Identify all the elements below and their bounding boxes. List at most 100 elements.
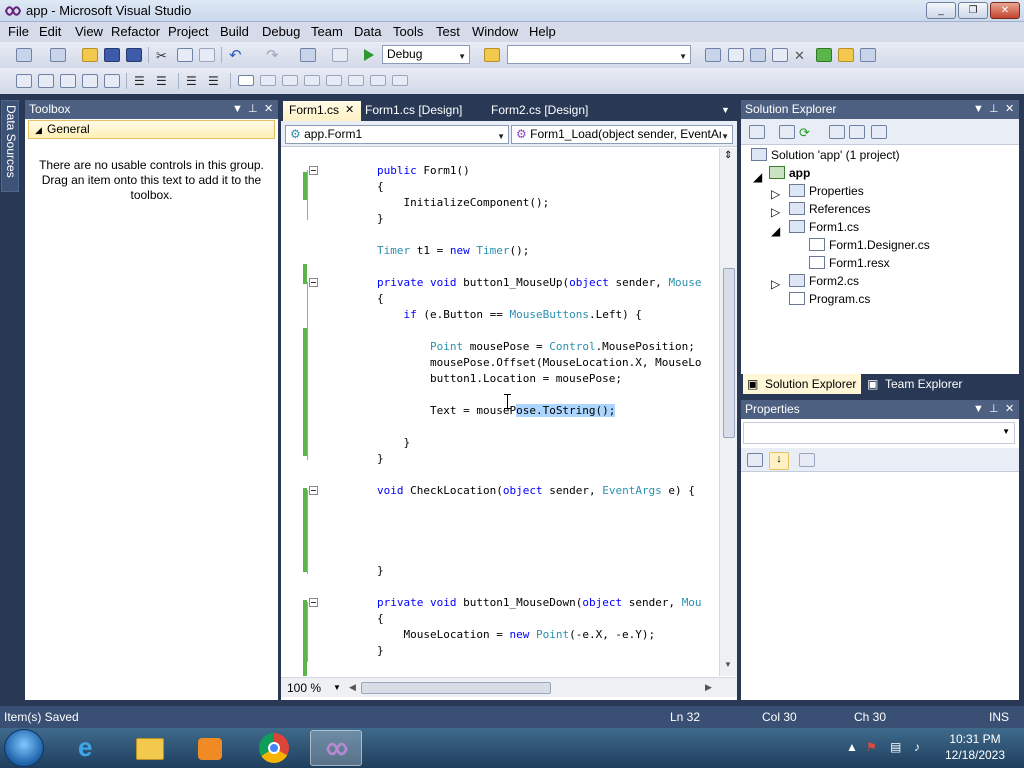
taskbar-chrome[interactable] [248,730,300,766]
navigate-forward-icon[interactable] [332,48,348,62]
collapse-arrow-icon[interactable]: ◢ [771,224,780,238]
tab-form1-cs[interactable]: Form1.cs ✕ [283,101,361,121]
uncomment-lines-icon[interactable]: ☰ [208,74,224,88]
tree-item-references[interactable]: References [789,202,870,216]
find-in-files-icon[interactable] [484,48,500,62]
tree-item-form1-cs[interactable]: Form1.cs [789,220,859,234]
close-panel-icon[interactable]: ✕ [1005,400,1014,419]
solution-explorer-icon[interactable] [705,48,721,62]
type-dropdown[interactable]: ⚙ app.Form1 ▼ [285,125,509,144]
system-clock[interactable]: 10:31 PM 12/18/2023 [940,731,1010,763]
tree-item-program-cs[interactable]: Program.cs [789,292,870,306]
navigate-backward-icon[interactable] [300,48,316,62]
scroll-right-icon[interactable]: ▶ [705,682,712,693]
next-bookmark-in-folder-icon[interactable] [326,75,342,86]
start-button[interactable] [4,729,44,767]
scroll-down-icon[interactable]: ▼ [724,660,732,669]
data-sources-tab[interactable]: Data Sources [1,100,19,192]
next-bookmark-in-document-icon[interactable] [370,75,386,86]
next-bookmark-icon[interactable] [282,75,298,86]
tree-item-form1-resx[interactable]: Form1.resx [809,256,890,270]
zoom-level[interactable]: 100 % [287,681,321,695]
network-icon[interactable]: ▤ [890,740,906,756]
tree-item-form2-cs[interactable]: Form2.cs [789,274,859,288]
vertical-scrollbar[interactable]: ⇕ ▼ [719,148,737,676]
comment-lines-icon[interactable]: ☰ [186,74,202,88]
toggle-bookmark-icon[interactable] [238,75,254,86]
paste-icon[interactable] [199,48,215,62]
menu-window[interactable]: Window [472,24,518,39]
minimize-button[interactable]: _ [926,2,956,19]
menu-team[interactable]: Team [311,24,343,39]
close-button[interactable]: ✕ [990,2,1020,19]
auto-hide-pin-icon[interactable]: ⊥ [248,100,258,119]
expand-arrow-icon[interactable]: ▷ [771,205,780,219]
window-position-icon[interactable]: ▼ [973,400,984,419]
display-parameter-info-icon[interactable] [38,74,54,88]
zoom-dropdown-icon[interactable]: ▼ [333,683,341,692]
taskbar-visual-studio[interactable] [310,730,362,766]
collapse-arrow-icon[interactable]: ◢ [753,170,762,184]
tab-team-explorer[interactable]: ▣ Team Explorer [863,374,983,394]
tree-item-project-app[interactable]: app [769,166,810,180]
copy-icon[interactable] [177,48,193,62]
save-all-icon[interactable] [126,48,142,62]
open-file-icon[interactable] [82,48,98,62]
previous-bookmark-in-document-icon[interactable] [348,75,364,86]
find-combo[interactable]: ▼ [507,45,691,64]
alphabetical-icon[interactable]: ↓ [769,452,789,470]
refresh-icon[interactable]: ⟳ [799,125,815,140]
menu-project[interactable]: Project [168,24,208,39]
taskbar-media-player[interactable] [184,730,236,766]
horizontal-scrollbar[interactable]: 100 % ▼ ◀ ▶ [281,677,737,697]
tab-dropdown-icon[interactable]: ▼ [721,105,730,115]
collapse-region-icon[interactable] [309,166,318,175]
previous-bookmark-in-folder-icon[interactable] [304,75,320,86]
quick-find-icon[interactable] [104,74,120,88]
menu-refactor[interactable]: Refactor [111,24,160,39]
tab-form2-design[interactable]: Form2.cs [Design] [485,101,605,121]
undo-icon[interactable]: ↶ [229,46,245,64]
cut-icon[interactable]: ✂ [156,48,172,63]
menu-data[interactable]: Data [354,24,381,39]
scroll-thumb[interactable] [361,682,551,694]
split-handle-icon[interactable]: ⇕ [724,150,732,161]
collapse-region-icon[interactable] [309,598,318,607]
menu-tools[interactable]: Tools [393,24,423,39]
window-position-icon[interactable]: ▼ [973,100,984,119]
properties-icon[interactable] [749,125,765,139]
display-object-members-icon[interactable] [16,74,32,88]
property-pages-icon[interactable] [799,453,815,467]
add-item-icon[interactable] [50,48,66,62]
code-area[interactable]: public Form1() { InitializeComponent(); … [281,148,719,676]
object-selector-dropdown[interactable]: ▼ [743,422,1015,444]
previous-bookmark-icon[interactable] [260,75,276,86]
menu-debug[interactable]: Debug [262,24,300,39]
display-quick-info-icon[interactable] [60,74,76,88]
collapse-region-icon[interactable] [309,486,318,495]
menu-view[interactable]: View [75,24,103,39]
command-window-icon[interactable] [860,48,876,62]
tab-form1-design[interactable]: Form1.cs [Design] [359,101,483,121]
menu-help[interactable]: Help [529,24,556,39]
view-code-icon[interactable] [829,125,845,139]
start-page-icon[interactable] [816,48,832,62]
show-all-files-icon[interactable] [779,125,795,139]
tree-item-solution[interactable]: Solution 'app' (1 project) [751,148,900,162]
save-icon[interactable] [104,48,120,62]
close-panel-icon[interactable]: ✕ [264,100,273,119]
tab-solution-explorer[interactable]: ▣ Solution Explorer [743,374,861,394]
auto-hide-pin-icon[interactable]: ⊥ [989,400,999,419]
window-position-icon[interactable]: ▼ [232,100,243,119]
action-center-icon[interactable]: ⚑ [866,740,882,756]
scroll-left-icon[interactable]: ◀ [349,682,356,693]
expand-arrow-icon[interactable]: ▷ [771,277,780,291]
toolbox-icon[interactable] [772,48,788,62]
start-debugging-icon[interactable] [364,49,374,61]
expand-arrow-icon[interactable]: ▷ [771,187,780,201]
menu-build[interactable]: Build [220,24,249,39]
extension-manager-icon[interactable] [838,48,854,62]
member-dropdown[interactable]: ⚙ Form1_Load(object sender, EventAr ▼ [511,125,733,144]
taskbar-internet-explorer[interactable]: e [64,730,116,766]
close-panel-icon[interactable]: ✕ [1005,100,1014,119]
